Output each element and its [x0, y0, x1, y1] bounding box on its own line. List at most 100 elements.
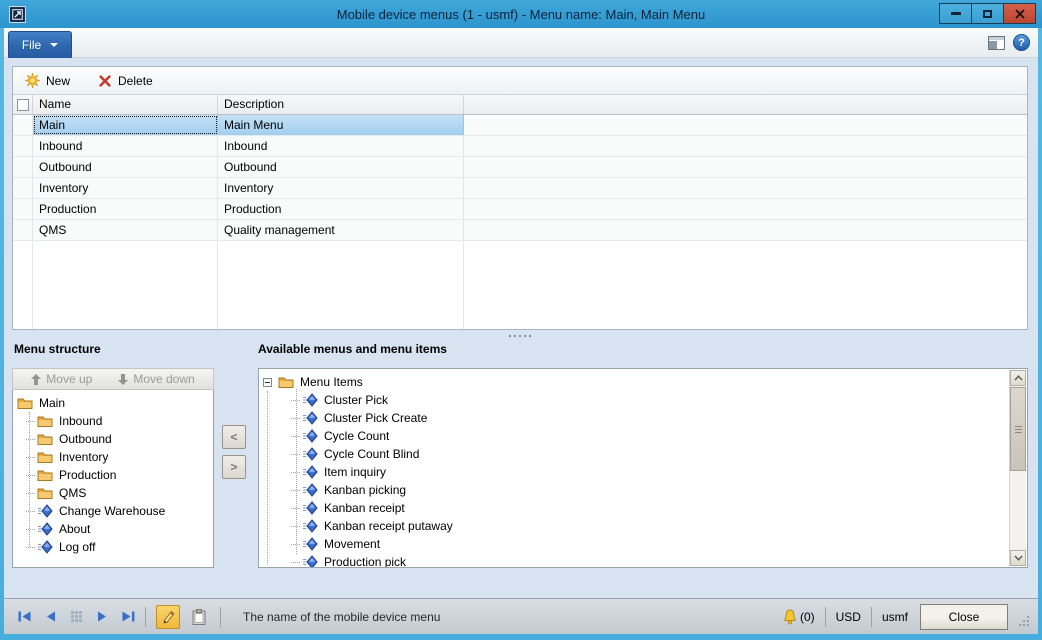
tree-item[interactable]: About: [13, 520, 213, 538]
folder-icon: [37, 450, 53, 464]
delete-icon: [98, 74, 112, 88]
delete-button-label: Delete: [118, 74, 153, 88]
tree-item[interactable]: QMS: [13, 484, 213, 502]
right-arrow-label: >: [230, 460, 237, 474]
cell-name[interactable]: Inbound: [33, 136, 218, 156]
tree-item[interactable]: Outbound: [13, 430, 213, 448]
cell-description[interactable]: Main Menu: [218, 115, 464, 135]
maximize-button[interactable]: [971, 3, 1004, 24]
cell-description[interactable]: Quality management: [218, 220, 464, 240]
record-navigation: [18, 611, 135, 622]
menu-item-icon: [302, 482, 318, 498]
cell-description[interactable]: Outbound: [218, 157, 464, 177]
scroll-down-button[interactable]: [1010, 550, 1026, 566]
currency-indicator[interactable]: USD: [836, 610, 861, 624]
attachments-button[interactable]: [188, 605, 210, 629]
window-layout-icon[interactable]: [988, 36, 1005, 50]
next-record-icon[interactable]: [96, 611, 109, 622]
menubar: File ?: [4, 28, 1038, 58]
table-row[interactable]: Main Main Menu: [13, 115, 1027, 136]
grid-empty-area: [13, 241, 1027, 329]
notification-count: (0): [800, 610, 815, 624]
close-icon: [1015, 9, 1025, 19]
new-button-label: New: [46, 74, 70, 88]
scrollbar-thumb[interactable]: [1010, 387, 1026, 471]
file-menu-button[interactable]: File: [8, 31, 72, 58]
move-down-button[interactable]: Move down: [118, 372, 194, 386]
tree-item[interactable]: Cycle Count: [261, 427, 1025, 445]
tree-item[interactable]: Production: [13, 466, 213, 484]
content-area: New Delete Name Description Main Main Me…: [4, 58, 1038, 598]
menu-item-icon: [302, 554, 318, 568]
cell-description[interactable]: Inventory: [218, 178, 464, 198]
first-record-icon[interactable]: [18, 611, 31, 622]
move-up-button[interactable]: Move up: [31, 372, 92, 386]
app-icon[interactable]: [9, 6, 26, 23]
cell-description[interactable]: Inbound: [218, 136, 464, 156]
cell-name[interactable]: Production: [33, 199, 218, 219]
tree-item[interactable]: Inventory: [13, 448, 213, 466]
company-indicator[interactable]: usmf: [882, 610, 908, 624]
table-row[interactable]: Inventory Inventory: [13, 178, 1027, 199]
column-header-description[interactable]: Description: [218, 95, 464, 114]
move-toolbar: Move up Move down: [12, 368, 214, 390]
tree-item[interactable]: Inbound: [13, 412, 213, 430]
menu-item-icon: [302, 446, 318, 462]
chevron-down-icon: [1014, 555, 1023, 561]
action-toolbar: New Delete: [13, 67, 1027, 95]
new-button[interactable]: New: [25, 73, 70, 88]
close-button[interactable]: Close: [920, 604, 1008, 630]
tree-item[interactable]: Kanban picking: [261, 481, 1025, 499]
horizontal-splitter[interactable]: [12, 332, 1028, 340]
grid-view-icon[interactable]: [70, 611, 83, 622]
tree-item[interactable]: Kanban receipt: [261, 499, 1025, 517]
cell-description[interactable]: Production: [218, 199, 464, 219]
close-window-button[interactable]: [1003, 3, 1036, 24]
minimize-button[interactable]: [939, 3, 972, 24]
tree-item[interactable]: Movement: [261, 535, 1025, 553]
tree-item[interactable]: Kanban receipt putaway: [261, 517, 1025, 535]
remove-from-menu-button[interactable]: >: [222, 455, 246, 479]
previous-record-icon[interactable]: [44, 611, 57, 622]
menu-item-icon: [302, 536, 318, 552]
tree-item[interactable]: Production pick: [261, 553, 1025, 568]
vertical-scrollbar[interactable]: [1009, 370, 1026, 566]
table-row[interactable]: Outbound Outbound: [13, 157, 1027, 178]
column-header-name[interactable]: Name: [33, 95, 218, 114]
edit-mode-button[interactable]: [156, 605, 180, 629]
help-icon[interactable]: ?: [1013, 34, 1030, 51]
tree-item-root[interactable]: Main: [13, 394, 213, 412]
add-to-menu-button[interactable]: <: [222, 425, 246, 449]
minimize-icon: [951, 12, 961, 15]
last-record-icon[interactable]: [122, 611, 135, 622]
table-row[interactable]: QMS Quality management: [13, 220, 1027, 241]
menu-item-icon: [302, 464, 318, 480]
menu-item-icon: [302, 410, 318, 426]
divider: [871, 607, 872, 627]
cell-name[interactable]: Inventory: [33, 178, 218, 198]
tree-item-root[interactable]: Menu Items: [261, 373, 1025, 391]
tree-item[interactable]: Cycle Count Blind: [261, 445, 1025, 463]
cell-name[interactable]: Main: [33, 115, 218, 135]
cell-name[interactable]: Outbound: [33, 157, 218, 177]
select-all-cell[interactable]: [13, 95, 33, 114]
select-all-checkbox[interactable]: [17, 99, 29, 111]
tree-item[interactable]: Cluster Pick: [261, 391, 1025, 409]
cell-name[interactable]: QMS: [33, 220, 218, 240]
column-header-filler: [464, 95, 1027, 114]
tree-item[interactable]: Log off: [13, 538, 213, 556]
collapse-icon[interactable]: [263, 378, 272, 387]
delete-button[interactable]: Delete: [98, 74, 153, 88]
divider: [220, 607, 221, 627]
notifications-button[interactable]: (0): [782, 609, 815, 625]
resize-grip-icon[interactable]: [1018, 615, 1030, 627]
tree-item[interactable]: Cluster Pick Create: [261, 409, 1025, 427]
scroll-up-button[interactable]: [1010, 370, 1026, 386]
table-row[interactable]: Inbound Inbound: [13, 136, 1027, 157]
table-row[interactable]: Production Production: [13, 199, 1027, 220]
divider: [145, 607, 146, 627]
tree-item[interactable]: Item inquiry: [261, 463, 1025, 481]
menu-item-icon: [37, 503, 53, 519]
statusbar: The name of the mobile device menu (0) U…: [4, 598, 1038, 634]
tree-item[interactable]: Change Warehouse: [13, 502, 213, 520]
